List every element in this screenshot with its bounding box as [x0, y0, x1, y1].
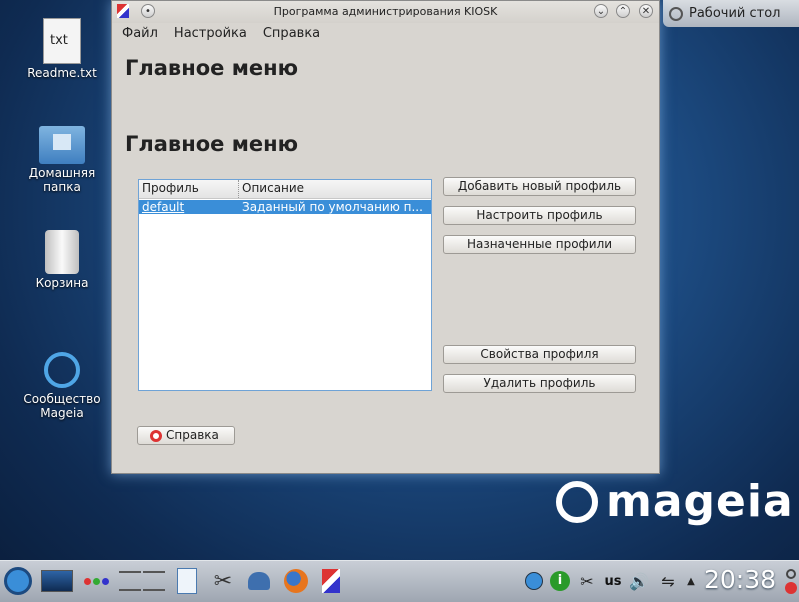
- green-dot-icon: [92, 577, 100, 585]
- column-description[interactable]: Описание: [239, 180, 431, 198]
- home-folder-icon: [39, 126, 85, 164]
- desktop-icon: [41, 570, 73, 592]
- delete-profile-button[interactable]: Удалить профиль: [443, 374, 636, 393]
- desktop-toolbox-icon: [669, 6, 683, 21]
- desktop-icon-label: Домашняя папка: [28, 166, 96, 194]
- keyboard-layout-label: us: [604, 573, 622, 589]
- column-profile[interactable]: Профиль: [139, 180, 239, 198]
- control-center-icon: [248, 572, 270, 590]
- speaker-icon: 🔊: [629, 571, 649, 591]
- arrow-up-icon: ▲: [687, 575, 695, 587]
- panel-toolbox-icon: [786, 568, 796, 579]
- desktop-icon-label: Корзина: [35, 276, 89, 290]
- system-tools-launcher[interactable]: ✂: [208, 566, 238, 596]
- desktop-icon-trash[interactable]: Корзина: [22, 230, 102, 290]
- profile-properties-button[interactable]: Свойства профиля: [443, 345, 636, 364]
- usb-icon: ⇋: [661, 571, 675, 591]
- desktop-icon-home[interactable]: Домашняя папка: [22, 126, 102, 194]
- start-menu-button[interactable]: [2, 566, 34, 596]
- control-center-launcher[interactable]: [244, 566, 274, 596]
- menu-help[interactable]: Справка: [263, 26, 320, 41]
- firefox-launcher[interactable]: [281, 566, 311, 596]
- document-icon: [177, 568, 197, 594]
- table-row[interactable]: default Заданный по умолчанию п...: [139, 200, 431, 214]
- file-glyph: txt: [50, 33, 68, 48]
- help-button[interactable]: Справка: [137, 426, 235, 445]
- row-profile: default: [142, 200, 185, 214]
- list-header: Профиль Описание: [139, 180, 431, 199]
- activities-button[interactable]: [80, 566, 112, 596]
- desktop-icon-label: Readme.txt: [27, 66, 97, 80]
- desktop-toolbox[interactable]: Рабочий стол: [663, 0, 799, 27]
- section-title: Главное меню: [125, 132, 299, 156]
- minimize-button[interactable]: ⌄: [594, 4, 608, 18]
- keyboard-layout[interactable]: us: [602, 566, 624, 596]
- desktop-icon-readme[interactable]: txt Readme.txt: [22, 18, 102, 80]
- desktop-toolbox-label: Рабочий стол: [689, 6, 781, 21]
- text-file-icon: txt: [43, 18, 81, 64]
- pager-desktop-4[interactable]: [143, 589, 165, 591]
- configure-profile-button[interactable]: Настроить профиль: [443, 206, 636, 225]
- menu-settings[interactable]: Настройка: [174, 26, 247, 41]
- globe-icon: [525, 572, 543, 590]
- network-tray-icon[interactable]: [524, 566, 544, 596]
- power-icon: [785, 581, 797, 594]
- usb-tray-icon[interactable]: ⇋: [656, 566, 680, 596]
- mageia-logo-icon: [44, 352, 80, 388]
- scissors-icon: ✂: [580, 571, 594, 591]
- kiosk-task-button[interactable]: [316, 566, 346, 596]
- blue-dot-icon: [101, 577, 109, 585]
- firefox-icon: [284, 569, 308, 593]
- mageia-brand-text: mageia: [606, 476, 794, 527]
- window-title: Программа администрирования KIOSK: [273, 5, 498, 18]
- page-title: Главное меню: [125, 56, 299, 80]
- help-button-label: Справка: [166, 428, 219, 442]
- volume-tray-icon[interactable]: 🔊: [627, 566, 651, 596]
- trash-icon: [45, 230, 79, 274]
- tools-icon: ✂: [213, 568, 233, 594]
- close-button[interactable]: ✕: [639, 4, 653, 18]
- pager-desktop-1[interactable]: [119, 571, 141, 573]
- profile-list[interactable]: Профиль Описание default Заданный по умо…: [138, 179, 432, 391]
- file-manager-launcher[interactable]: [174, 566, 200, 596]
- info-icon: i: [550, 571, 570, 591]
- pager-desktop-3[interactable]: [119, 589, 141, 591]
- menu-bar: Файл Настройка Справка: [112, 23, 659, 43]
- menu-file[interactable]: Файл: [122, 26, 158, 41]
- panel-toolbox[interactable]: [784, 563, 798, 599]
- mageia-brand: mageia: [556, 476, 794, 527]
- mageia-start-icon: [4, 567, 32, 595]
- info-tray-icon[interactable]: i: [549, 566, 571, 596]
- klipper-tray-icon[interactable]: ✂: [577, 566, 597, 596]
- assigned-profiles-button[interactable]: Назначенные профили: [443, 235, 636, 254]
- kiosk-window: • Программа администрирования KIOSK ⌄ ⌃ …: [111, 0, 660, 474]
- pager[interactable]: [119, 564, 165, 598]
- title-bar[interactable]: • Программа администрирования KIOSK ⌄ ⌃ …: [112, 1, 659, 23]
- kiosk-icon: [322, 569, 340, 593]
- show-desktop-button[interactable]: [40, 566, 74, 596]
- pager-desktop-2[interactable]: [143, 571, 165, 573]
- red-dot-icon: [83, 577, 91, 585]
- desktop-icon-community[interactable]: Сообщество Mageia: [22, 338, 102, 420]
- maximize-button[interactable]: ⌃: [616, 4, 630, 18]
- mageia-brand-icon: [556, 480, 598, 523]
- clock[interactable]: 20:38: [704, 565, 776, 594]
- taskbar: ✂ i ✂ us 🔊 ⇋ ▲ 20:38: [0, 560, 799, 602]
- add-profile-button[interactable]: Добавить новый профиль: [443, 177, 636, 196]
- tray-expand-button[interactable]: ▲: [684, 566, 698, 596]
- help-icon: [150, 429, 162, 442]
- desktop-icon-label: Сообщество Mageia: [23, 392, 101, 420]
- row-description: Заданный по умолчанию п...: [242, 200, 423, 214]
